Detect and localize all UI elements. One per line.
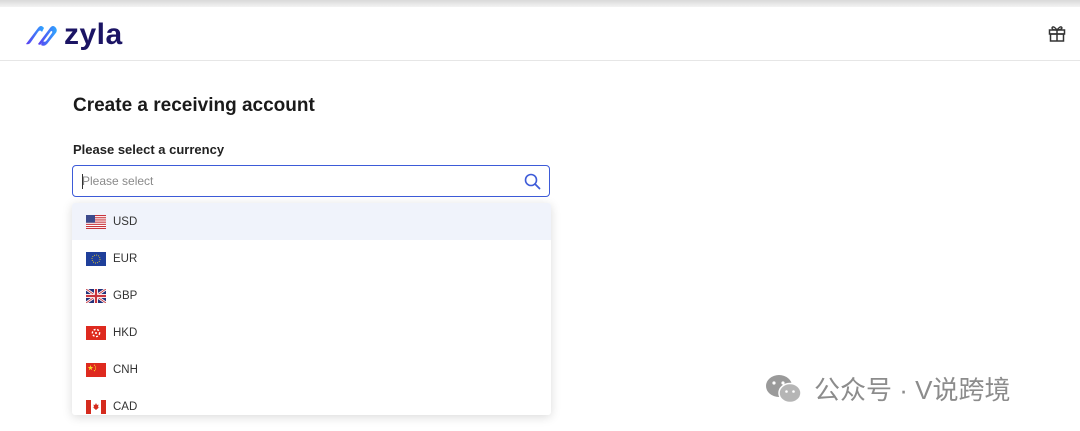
- zyla-logo-icon: [26, 26, 57, 46]
- currency-code: CNH: [113, 363, 138, 376]
- currency-option-cnh[interactable]: CNH: [72, 351, 551, 388]
- watermark-text: 公众号 · V说跨境: [814, 375, 1011, 405]
- currency-option-cad[interactable]: CAD: [72, 388, 551, 415]
- watermark: 公众号 · V说跨境: [764, 370, 1010, 407]
- wechat-icon: [766, 374, 802, 403]
- us-flag-icon: [86, 214, 106, 229]
- currency-code: CAD: [113, 400, 138, 413]
- currency-option-hkd[interactable]: HKD: [72, 314, 551, 351]
- gift-icon[interactable]: [1047, 23, 1067, 43]
- cn-flag-icon: [86, 362, 106, 377]
- logo[interactable]: zyla: [22, 19, 123, 51]
- currency-code: EUR: [113, 252, 138, 265]
- hk-flag-icon: [86, 325, 106, 340]
- currency-search-field[interactable]: [72, 165, 550, 197]
- currency-option-usd[interactable]: USD: [72, 203, 551, 240]
- uk-flag-icon: [86, 288, 106, 303]
- currency-code: GBP: [113, 289, 138, 302]
- currency-search-input[interactable]: [82, 172, 502, 190]
- currency-code: HKD: [113, 326, 138, 339]
- header: zyla: [0, 7, 1080, 61]
- currency-code: USD: [113, 215, 138, 228]
- search-icon[interactable]: [524, 173, 541, 190]
- currency-label: Please select a currency: [73, 142, 225, 157]
- page-title: Create a receiving account: [73, 95, 315, 116]
- currency-dropdown: USD EUR GBP HKD CNH CAD: [72, 203, 551, 415]
- text-cursor: [82, 174, 83, 189]
- brand-name: zyla: [64, 18, 123, 51]
- currency-option-gbp[interactable]: GBP: [72, 277, 551, 314]
- eu-flag-icon: [86, 251, 106, 266]
- top-border: [0, 0, 1080, 7]
- ca-flag-icon: [86, 399, 106, 414]
- currency-option-eur[interactable]: EUR: [72, 240, 551, 277]
